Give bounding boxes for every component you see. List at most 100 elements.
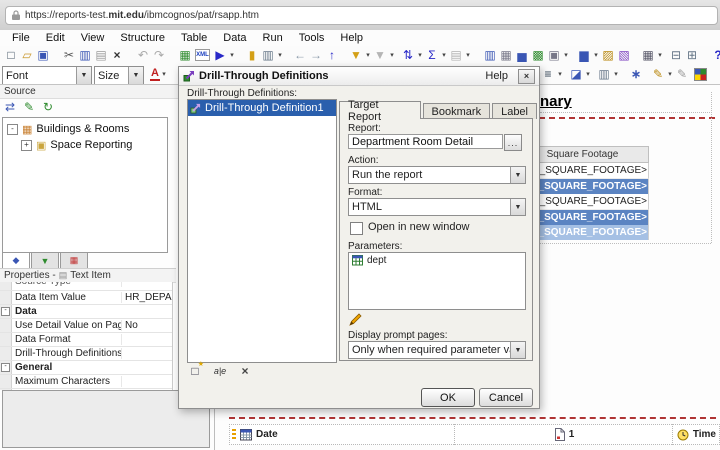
go-up-icon[interactable]: ↑ bbox=[324, 47, 340, 63]
footers-icon[interactable]: ⊞ bbox=[684, 47, 700, 63]
lock-icon[interactable]: ▮ bbox=[244, 47, 260, 63]
section-caret-icon[interactable]: ▾ bbox=[464, 47, 472, 63]
chevron-down-icon[interactable]: ▼ bbox=[510, 342, 525, 358]
dialog-title-bar[interactable]: Drill-Through Definitions Help × bbox=[179, 67, 539, 86]
open-new-window-checkbox[interactable] bbox=[350, 222, 363, 235]
template-icon[interactable]: ▨ bbox=[600, 47, 616, 63]
menu-data[interactable]: Data bbox=[215, 31, 254, 45]
back-icon[interactable]: ← bbox=[292, 47, 308, 63]
tab-label[interactable]: Label bbox=[492, 103, 537, 119]
collapse-icon[interactable]: - bbox=[7, 123, 18, 135]
filter-icon[interactable]: ▼ bbox=[348, 47, 364, 63]
insert-list-icon[interactable]: ▥ bbox=[482, 47, 498, 63]
property-group-row[interactable]: - General bbox=[0, 361, 172, 375]
chevron-down-icon[interactable]: ▼ bbox=[510, 167, 525, 183]
tab-insertable-objects[interactable]: ◆ bbox=[2, 252, 30, 269]
tab-queries[interactable]: ▼ bbox=[31, 252, 59, 269]
font-size-select[interactable]: Size ▼ bbox=[94, 66, 144, 85]
summarize-caret-icon[interactable]: ▾ bbox=[440, 47, 448, 63]
save-icon[interactable]: ▣ bbox=[35, 47, 51, 63]
dialog-help-link[interactable]: Help bbox=[485, 70, 508, 82]
parameters-listbox[interactable]: dept bbox=[348, 252, 526, 310]
xml-icon[interactable]: XML bbox=[195, 49, 210, 61]
filter-caret-icon[interactable]: ▾ bbox=[364, 47, 372, 63]
cancel-button[interactable]: Cancel bbox=[479, 388, 533, 407]
table-caret-icon[interactable]: ▾ bbox=[656, 47, 664, 63]
footer-date-cell[interactable]: Date bbox=[229, 424, 456, 445]
open-icon[interactable]: ▱ bbox=[19, 47, 35, 63]
delete-icon[interactable]: × bbox=[109, 47, 125, 63]
remove-filter-caret-icon[interactable]: ▾ bbox=[388, 47, 396, 63]
insert-chart-icon[interactable]: ▅ bbox=[514, 47, 530, 63]
insert-crosstab-icon[interactable]: ▦ bbox=[498, 47, 514, 63]
definitions-listbox[interactable]: Drill-Through Definition1 bbox=[187, 99, 337, 363]
font-color-button[interactable]: A ▾ bbox=[150, 66, 168, 82]
run-caret-icon[interactable]: ▾ bbox=[228, 47, 236, 63]
page-structure-icon[interactable]: ▥ bbox=[260, 47, 276, 63]
tab-target-report[interactable]: Target Report bbox=[339, 99, 421, 123]
apply-layout-style-icon[interactable]: ▥ bbox=[596, 66, 612, 82]
display-prompt-select[interactable]: Only when required parameter values are … bbox=[348, 341, 526, 359]
property-group-row[interactable]: - Data bbox=[0, 305, 172, 319]
headers-icon[interactable]: ⊟ bbox=[668, 47, 684, 63]
tab-bookmark[interactable]: Bookmark bbox=[422, 103, 491, 119]
expand-icon[interactable]: + bbox=[21, 139, 32, 151]
undo-icon[interactable]: ↶ bbox=[135, 47, 151, 63]
parameter-item[interactable]: dept bbox=[349, 253, 525, 266]
property-row[interactable]: Use Detail Value on Page No bbox=[0, 319, 172, 333]
format-select[interactable]: HTML ▼ bbox=[348, 198, 526, 216]
menu-structure[interactable]: Structure bbox=[112, 31, 173, 45]
browse-report-button[interactable]: ... bbox=[504, 134, 522, 151]
spacing-caret-icon[interactable]: ▾ bbox=[556, 66, 564, 82]
rename-definition-button[interactable]: a|e bbox=[212, 363, 228, 379]
clear-style-icon[interactable]: ✎ bbox=[674, 66, 690, 82]
ok-button[interactable]: OK bbox=[421, 388, 475, 407]
menu-run[interactable]: Run bbox=[255, 31, 291, 45]
collapse-icon[interactable]: - bbox=[1, 307, 10, 316]
report-title-fragment[interactable]: nary bbox=[540, 93, 572, 110]
section-icon[interactable]: ▤ bbox=[448, 47, 464, 63]
delete-definition-button[interactable]: × bbox=[237, 363, 253, 379]
collapse-icon[interactable]: - bbox=[1, 363, 10, 372]
tree-item-buildings-rooms[interactable]: - ▦ Buildings & Rooms bbox=[3, 121, 167, 137]
conditional-styles-icon[interactable] bbox=[694, 67, 707, 81]
close-icon[interactable]: × bbox=[518, 68, 535, 84]
validate-icon[interactable]: ▦ bbox=[177, 47, 193, 63]
menu-view[interactable]: View bbox=[73, 31, 113, 45]
forward-icon[interactable]: → bbox=[308, 47, 324, 63]
page-structure-caret-icon[interactable]: ▾ bbox=[276, 47, 284, 63]
definition-list-item[interactable]: Drill-Through Definition1 bbox=[188, 100, 336, 116]
sort-icon[interactable]: ⇅ bbox=[400, 47, 416, 63]
property-row[interactable]: Data Format bbox=[0, 333, 172, 347]
property-row-drill-through[interactable]: Drill-Through Definitions bbox=[0, 347, 172, 361]
report-field[interactable]: Department Room Detail bbox=[348, 134, 503, 149]
font-color-caret[interactable]: ▾ bbox=[160, 66, 168, 82]
menu-tools[interactable]: Tools bbox=[291, 31, 333, 45]
edit-package-icon[interactable]: ✎ bbox=[21, 99, 37, 115]
insert-repeater-caret-icon[interactable]: ▾ bbox=[562, 47, 570, 63]
menu-file[interactable]: File bbox=[4, 31, 38, 45]
property-row[interactable]: Source Type bbox=[0, 282, 172, 291]
edit-parameters-pencil-icon[interactable] bbox=[348, 313, 362, 327]
menu-table[interactable]: Table bbox=[173, 31, 215, 45]
cut-icon[interactable]: ✂ bbox=[61, 47, 77, 63]
footer-page-number-cell[interactable]: 1 bbox=[454, 424, 674, 445]
chart-type-icon[interactable]: ▆ bbox=[576, 47, 592, 63]
copy-icon[interactable]: ▥ bbox=[77, 47, 93, 63]
action-select[interactable]: Run the report ▼ bbox=[348, 166, 526, 184]
new-definition-button[interactable]: □ ★ bbox=[187, 361, 204, 379]
table-icon[interactable]: ▦ bbox=[640, 47, 656, 63]
footer-time-cell[interactable]: Time bbox=[672, 424, 720, 445]
menu-edit[interactable]: Edit bbox=[38, 31, 73, 45]
pick-style-icon[interactable]: ◪ bbox=[568, 66, 584, 82]
sort-caret-icon[interactable]: ▾ bbox=[416, 47, 424, 63]
chevron-down-icon[interactable]: ▼ bbox=[128, 67, 143, 84]
address-bar[interactable]: https://reports-test.mit.edu/ibmcognos/p… bbox=[5, 6, 718, 25]
apply-layout-style-caret-icon[interactable]: ▾ bbox=[612, 66, 620, 82]
run-icon[interactable]: ▶ bbox=[212, 47, 228, 63]
insert-map-icon[interactable]: ▩ bbox=[530, 47, 546, 63]
property-row[interactable]: Maximum Characters bbox=[0, 375, 172, 389]
property-row[interactable]: Data Item Value HR_DEPARTM bbox=[0, 291, 172, 305]
menu-help[interactable]: Help bbox=[332, 31, 371, 45]
paste-icon[interactable]: ▤ bbox=[93, 47, 109, 63]
